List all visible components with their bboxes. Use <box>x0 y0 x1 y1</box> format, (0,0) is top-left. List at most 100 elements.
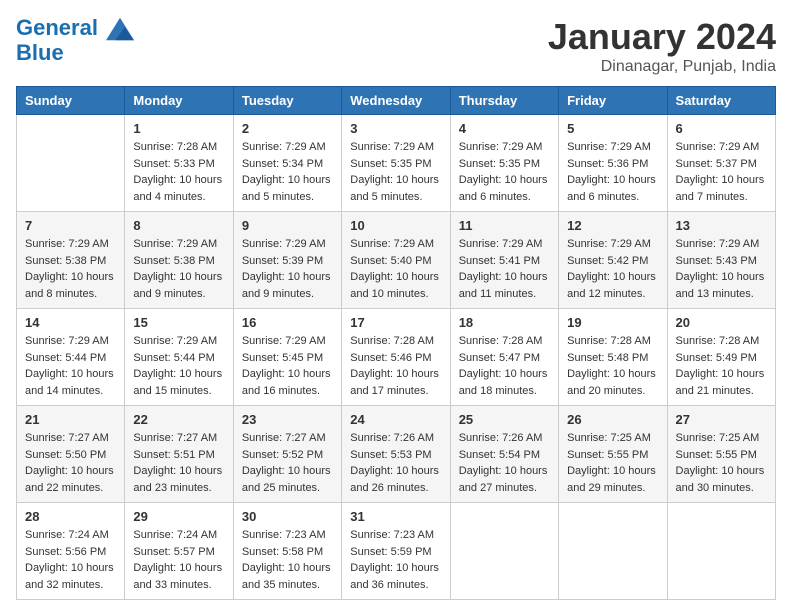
week-row-1: 7Sunrise: 7:29 AMSunset: 5:38 PMDaylight… <box>17 212 776 309</box>
day-detail: Sunrise: 7:28 AMSunset: 5:47 PMDaylight:… <box>459 333 550 399</box>
day-detail: Sunrise: 7:29 AMSunset: 5:37 PMDaylight:… <box>676 139 767 205</box>
day-cell: 25 Sunrise: 7:26 AMSunset: 5:54 PMDayligh… <box>450 406 558 503</box>
week-row-3: 21Sunrise: 7:27 AMSunset: 5:50 PMDayligh… <box>17 406 776 503</box>
day-cell: 7Sunrise: 7:29 AMSunset: 5:38 PMDaylight… <box>17 212 125 309</box>
column-header-tuesday: Tuesday <box>233 87 341 115</box>
column-header-sunday: Sunday <box>17 87 125 115</box>
day-number: 10 <box>350 218 441 233</box>
day-cell: 17Sunrise: 7:28 AMSunset: 5:46 PMDayligh… <box>342 309 450 406</box>
location-title: Dinanagar, Punjab, India <box>548 58 776 76</box>
day-cell <box>450 503 558 600</box>
logo-line2: Blue <box>16 41 134 65</box>
day-cell: 9Sunrise: 7:29 AMSunset: 5:39 PMDaylight… <box>233 212 341 309</box>
column-header-saturday: Saturday <box>667 87 775 115</box>
day-cell: 26 Sunrise: 7:25 AMSunset: 5:55 PMDayligh… <box>559 406 667 503</box>
week-row-4: 28Sunrise: 7:24 AMSunset: 5:56 PMDayligh… <box>17 503 776 600</box>
day-number: 25 <box>459 412 550 427</box>
title-area: January 2024 Dinanagar, Punjab, India <box>548 16 776 76</box>
day-cell: 30 Sunrise: 7:23 AMSunset: 5:58 PMDayligh… <box>233 503 341 600</box>
calendar-table: SundayMondayTuesdayWednesdayThursdayFrid… <box>16 86 776 600</box>
day-detail: Sunrise: 7:29 AMSunset: 5:40 PMDaylight:… <box>350 236 441 302</box>
day-detail: Sunrise: 7:28 AMSunset: 5:49 PMDaylight:… <box>676 333 767 399</box>
day-number: 12 <box>567 218 658 233</box>
day-number: 21 <box>25 412 116 427</box>
day-detail: Sunrise: 7:28 AMSunset: 5:33 PMDaylight:… <box>133 139 224 205</box>
day-cell: 5 Sunrise: 7:29 AMSunset: 5:36 PMDaylight… <box>559 115 667 212</box>
day-number: 23 <box>242 412 333 427</box>
day-cell <box>17 115 125 212</box>
day-number: 2 <box>242 121 333 136</box>
day-number: 19 <box>567 315 658 330</box>
day-detail: Sunrise: 7:23 AMSunset: 5:58 PMDaylight:… <box>242 527 333 593</box>
day-number: 8 <box>133 218 224 233</box>
day-cell: 16 Sunrise: 7:29 AMSunset: 5:45 PMDayligh… <box>233 309 341 406</box>
day-number: 11 <box>459 218 550 233</box>
day-number: 3 <box>350 121 441 136</box>
day-detail: Sunrise: 7:24 AMSunset: 5:57 PMDaylight:… <box>133 527 224 593</box>
day-cell: 22Sunrise: 7:27 AMSunset: 5:51 PMDayligh… <box>125 406 233 503</box>
day-number: 9 <box>242 218 333 233</box>
day-cell: 14 Sunrise: 7:29 AMSunset: 5:44 PMDayligh… <box>17 309 125 406</box>
day-detail: Sunrise: 7:29 AMSunset: 5:43 PMDaylight:… <box>676 236 767 302</box>
day-detail: Sunrise: 7:29 AMSunset: 5:38 PMDaylight:… <box>133 236 224 302</box>
day-cell <box>559 503 667 600</box>
day-cell: 15Sunrise: 7:29 AMSunset: 5:44 PMDayligh… <box>125 309 233 406</box>
day-detail: Sunrise: 7:29 AMSunset: 5:35 PMDaylight:… <box>350 139 441 205</box>
day-cell: 13 Sunrise: 7:29 AMSunset: 5:43 PMDayligh… <box>667 212 775 309</box>
day-number: 6 <box>676 121 767 136</box>
day-detail: Sunrise: 7:23 AMSunset: 5:59 PMDaylight:… <box>350 527 441 593</box>
day-cell: 20 Sunrise: 7:28 AMSunset: 5:49 PMDayligh… <box>667 309 775 406</box>
day-number: 14 <box>25 315 116 330</box>
day-number: 26 <box>567 412 658 427</box>
day-cell: 4Sunrise: 7:29 AMSunset: 5:35 PMDaylight… <box>450 115 558 212</box>
day-cell <box>667 503 775 600</box>
day-detail: Sunrise: 7:24 AMSunset: 5:56 PMDaylight:… <box>25 527 116 593</box>
day-cell: 3 Sunrise: 7:29 AMSunset: 5:35 PMDaylight… <box>342 115 450 212</box>
day-detail: Sunrise: 7:29 AMSunset: 5:45 PMDaylight:… <box>242 333 333 399</box>
day-cell: 21Sunrise: 7:27 AMSunset: 5:50 PMDayligh… <box>17 406 125 503</box>
day-detail: Sunrise: 7:28 AMSunset: 5:48 PMDaylight:… <box>567 333 658 399</box>
day-cell: 23 Sunrise: 7:27 AMSunset: 5:52 PMDayligh… <box>233 406 341 503</box>
month-title: January 2024 <box>548 16 776 58</box>
day-detail: Sunrise: 7:29 AMSunset: 5:34 PMDaylight:… <box>242 139 333 205</box>
week-row-2: 14 Sunrise: 7:29 AMSunset: 5:44 PMDayligh… <box>17 309 776 406</box>
day-number: 29 <box>133 509 224 524</box>
day-cell: 1 Sunrise: 7:28 AMSunset: 5:33 PMDaylight… <box>125 115 233 212</box>
day-cell: 29 Sunrise: 7:24 AMSunset: 5:57 PMDayligh… <box>125 503 233 600</box>
day-cell: 18 Sunrise: 7:28 AMSunset: 5:47 PMDayligh… <box>450 309 558 406</box>
day-number: 4 <box>459 121 550 136</box>
calendar-body: 1 Sunrise: 7:28 AMSunset: 5:33 PMDaylight… <box>17 115 776 600</box>
calendar-header: SundayMondayTuesdayWednesdayThursdayFrid… <box>17 87 776 115</box>
column-header-friday: Friday <box>559 87 667 115</box>
day-number: 24 <box>350 412 441 427</box>
day-cell: 27Sunrise: 7:25 AMSunset: 5:55 PMDayligh… <box>667 406 775 503</box>
day-detail: Sunrise: 7:27 AMSunset: 5:52 PMDaylight:… <box>242 430 333 496</box>
day-number: 16 <box>242 315 333 330</box>
day-detail: Sunrise: 7:29 AMSunset: 5:36 PMDaylight:… <box>567 139 658 205</box>
day-cell: 2 Sunrise: 7:29 AMSunset: 5:34 PMDaylight… <box>233 115 341 212</box>
header: General Blue January 2024 Dinanagar, Pun… <box>16 16 776 76</box>
day-number: 31 <box>350 509 441 524</box>
day-detail: Sunrise: 7:26 AMSunset: 5:54 PMDaylight:… <box>459 430 550 496</box>
day-detail: Sunrise: 7:29 AMSunset: 5:41 PMDaylight:… <box>459 236 550 302</box>
day-number: 30 <box>242 509 333 524</box>
logo-icon <box>106 17 134 41</box>
column-header-wednesday: Wednesday <box>342 87 450 115</box>
column-header-thursday: Thursday <box>450 87 558 115</box>
day-number: 13 <box>676 218 767 233</box>
day-number: 18 <box>459 315 550 330</box>
day-number: 22 <box>133 412 224 427</box>
day-number: 1 <box>133 121 224 136</box>
day-cell: 6 Sunrise: 7:29 AMSunset: 5:37 PMDaylight… <box>667 115 775 212</box>
day-detail: Sunrise: 7:29 AMSunset: 5:44 PMDaylight:… <box>25 333 116 399</box>
day-number: 20 <box>676 315 767 330</box>
day-detail: Sunrise: 7:26 AMSunset: 5:53 PMDaylight:… <box>350 430 441 496</box>
week-row-0: 1 Sunrise: 7:28 AMSunset: 5:33 PMDaylight… <box>17 115 776 212</box>
day-number: 5 <box>567 121 658 136</box>
day-detail: Sunrise: 7:25 AMSunset: 5:55 PMDaylight:… <box>567 430 658 496</box>
day-cell: 31 Sunrise: 7:23 AMSunset: 5:59 PMDayligh… <box>342 503 450 600</box>
day-cell: 11 Sunrise: 7:29 AMSunset: 5:41 PMDayligh… <box>450 212 558 309</box>
day-detail: Sunrise: 7:29 AMSunset: 5:42 PMDaylight:… <box>567 236 658 302</box>
day-number: 17 <box>350 315 441 330</box>
logo-text: General <box>16 16 134 41</box>
